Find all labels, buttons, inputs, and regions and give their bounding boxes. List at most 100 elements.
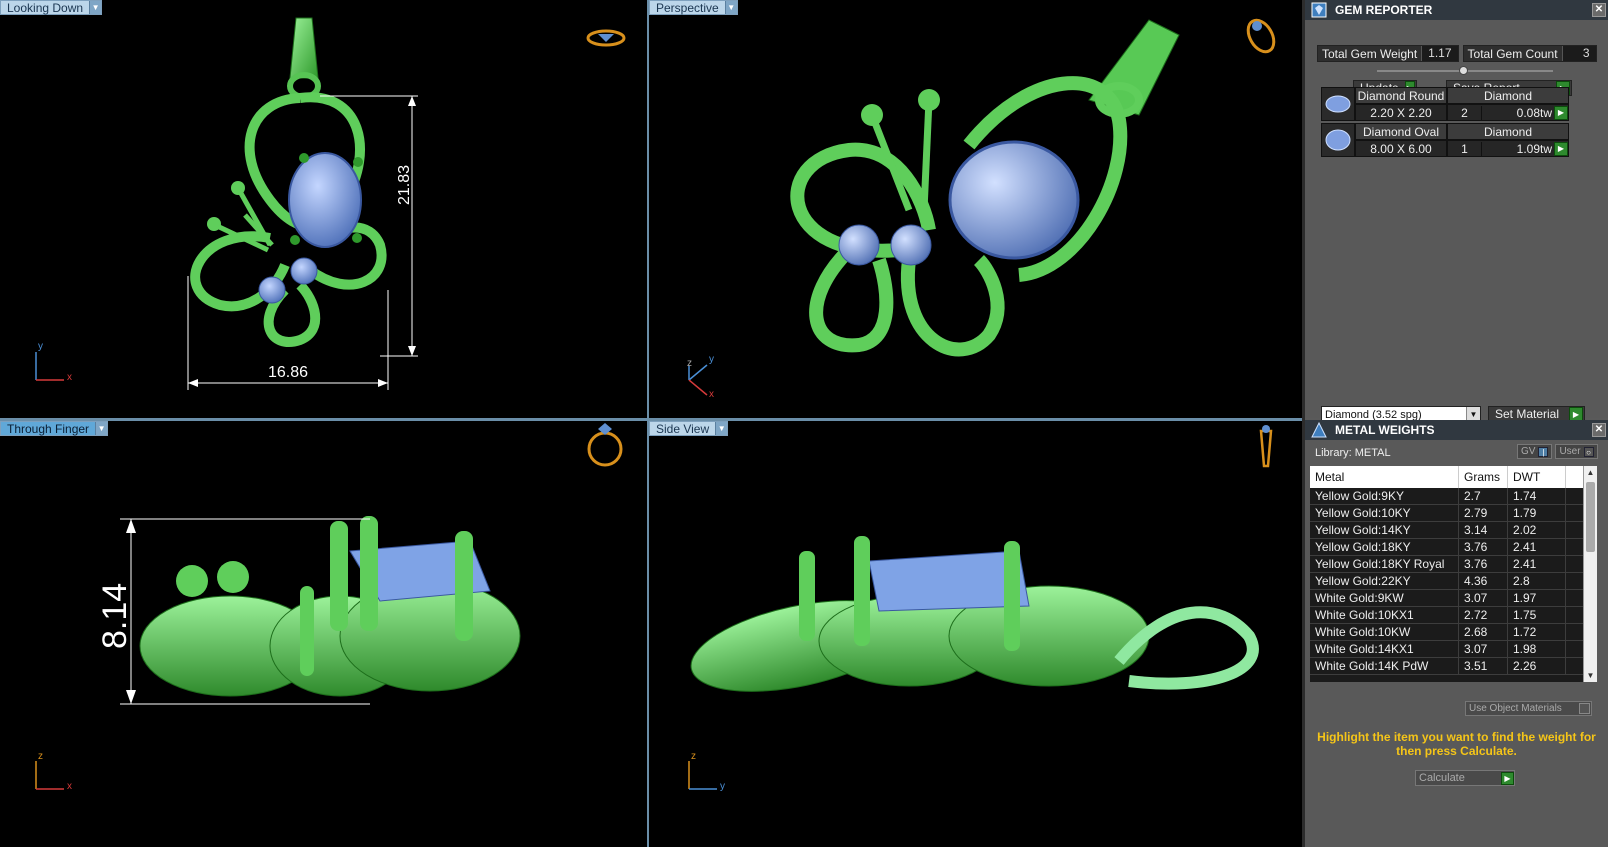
gem-reporter-body: Total Gem Weight 1.17 Total Gem Count 3 … — [1305, 20, 1608, 423]
viewport-vertical-divider[interactable] — [647, 0, 649, 847]
use-object-materials-label: Use Object Materials — [1469, 703, 1562, 714]
metal-table-header: Metal Grams DWT — [1310, 466, 1597, 488]
viewport-perspective[interactable]: y z x Perspective ▼ — [649, 0, 1302, 418]
close-icon[interactable]: ✕ — [1592, 423, 1606, 437]
table-row[interactable]: Yellow Gold:18KY Royal 3.76 2.41 — [1310, 556, 1597, 573]
viewport-menu-arrow-icon[interactable]: ▼ — [89, 1, 102, 14]
close-icon[interactable]: ✕ — [1592, 3, 1606, 17]
viewport-title: Through Finger — [7, 421, 90, 436]
metal-dwt: 1.75 — [1508, 607, 1566, 623]
gem-size: 2.20 X 2.20 — [1355, 104, 1447, 121]
viewport-menu-arrow-icon[interactable]: ▼ — [724, 1, 737, 14]
metal-name: White Gold:10KX1 — [1310, 607, 1459, 623]
metal-dwt: 2.26 — [1508, 658, 1566, 674]
total-gem-weight-value: 1.17 — [1421, 46, 1458, 61]
metal-dwt: 1.98 — [1508, 641, 1566, 657]
user-toggle-label: User — [1559, 446, 1581, 457]
viewport-looking-down[interactable]: 21.83 16.86 y x Looking Down ▼ — [0, 0, 647, 418]
total-gem-count: Total Gem Count 3 — [1462, 45, 1597, 62]
viewport-label-looking-down[interactable]: Looking Down ▼ — [0, 0, 103, 15]
calculate-button-label: Calculate — [1419, 772, 1465, 784]
library-toggles: GV | User ○ — [1517, 444, 1598, 459]
metal-grams: 2.68 — [1459, 624, 1508, 640]
table-row[interactable]: White Gold:10KW 2.68 1.72 — [1310, 624, 1597, 641]
metal-weights-header: METAL WEIGHTS ✕ — [1305, 420, 1608, 440]
table-row[interactable]: Yellow Gold:10KY 2.79 1.79 — [1310, 505, 1597, 522]
metal-dwt: 2.02 — [1508, 522, 1566, 538]
table-row[interactable]: White Gold:9KW 3.07 1.97 — [1310, 590, 1597, 607]
play-arrow-icon[interactable]: ▶ — [1554, 105, 1568, 120]
play-arrow-icon[interactable]: ▶ — [1554, 141, 1568, 156]
table-row[interactable]: Yellow Gold:14KY 3.14 2.02 — [1310, 522, 1597, 539]
gem-totals: Total Gem Weight 1.17 Total Gem Count 3 — [1317, 45, 1597, 62]
metal-grams: 3.14 — [1459, 522, 1508, 538]
table-row[interactable]: Yellow Gold:18KY 3.76 2.41 — [1310, 539, 1597, 556]
dimension-width-label: 16.86 — [268, 364, 309, 381]
user-toggle[interactable]: User ○ — [1555, 444, 1598, 459]
scrollbar-thumb[interactable] — [1586, 482, 1595, 552]
metal-grams: 2.72 — [1459, 607, 1508, 623]
slider-knob[interactable] — [1459, 66, 1468, 75]
metal-grams: 3.51 — [1459, 658, 1508, 674]
calculate-button[interactable]: Calculate ▶ — [1415, 770, 1515, 786]
viewport-label-perspective[interactable]: Perspective ▼ — [649, 0, 738, 15]
gem-weight: 1.09tw — [1516, 141, 1552, 156]
gem-qty: 2 — [1448, 105, 1482, 120]
dimension-height-label: 21.83 — [396, 164, 413, 205]
metal-grams: 2.79 — [1459, 505, 1508, 521]
column-header-dwt[interactable]: DWT — [1508, 466, 1566, 488]
table-row[interactable]: Yellow Gold:22KY 4.36 2.8 — [1310, 573, 1597, 590]
viewport-horizontal-divider[interactable] — [0, 418, 1302, 421]
viewport-side-view[interactable]: z y Side View ▼ — [649, 421, 1302, 847]
total-gem-weight-label: Total Gem Weight — [1322, 46, 1418, 61]
viewport-title: Side View — [656, 421, 710, 436]
metal-table: Metal Grams DWT Yellow Gold:9KY 2.7 1.74 Y… — [1310, 466, 1597, 682]
metal-dwt: 1.97 — [1508, 590, 1566, 606]
metal-grams: 3.07 — [1459, 641, 1508, 657]
metal-name: White Gold:14KX1 — [1310, 641, 1459, 657]
metal-grams: 3.76 — [1459, 556, 1508, 572]
gem-row[interactable]: Diamond Round Diamond 2.20 X 2.20 2 0.08… — [1321, 87, 1569, 121]
play-arrow-icon: ▶ — [1569, 407, 1583, 421]
gem-row[interactable]: Diamond Oval Diamond 8.00 X 6.00 1 1.09t… — [1321, 123, 1569, 157]
metal-name: White Gold:14K PdW — [1310, 658, 1459, 674]
pendant-top-view — [35, 17, 626, 390]
metal-table-scrollbar[interactable]: ▲ ▼ — [1583, 466, 1597, 682]
gem-qty: 1 — [1448, 141, 1482, 156]
metal-name: White Gold:9KW — [1310, 590, 1459, 606]
scroll-up-icon[interactable]: ▲ — [1584, 466, 1597, 479]
metal-name: Yellow Gold:10KY — [1310, 505, 1459, 521]
table-row[interactable]: White Gold:14KX1 3.07 1.98 — [1310, 641, 1597, 658]
metal-grams: 2.7 — [1459, 488, 1508, 504]
scroll-down-icon[interactable]: ▼ — [1584, 669, 1597, 682]
metal-dwt: 2.8 — [1508, 573, 1566, 589]
viewport-title: Looking Down — [7, 0, 84, 15]
metal-dwt: 2.41 — [1508, 539, 1566, 555]
column-header-grams[interactable]: Grams — [1459, 466, 1508, 488]
table-row[interactable]: White Gold:10KX1 2.72 1.75 — [1310, 607, 1597, 624]
table-row[interactable]: Yellow Gold:9KY 2.7 1.74 — [1310, 488, 1597, 505]
gem-qty-weight: 1 1.09tw ▶ — [1447, 140, 1569, 157]
viewport-label-through-finger[interactable]: Through Finger ▼ — [0, 421, 109, 436]
gem-material: Diamond — [1447, 123, 1569, 140]
dimension-height-label: 8.14 — [96, 582, 134, 649]
viewport-through-finger[interactable]: 8.14 z x Through Finger ▼ — [0, 421, 647, 847]
total-gem-count-label: Total Gem Count — [1467, 46, 1558, 61]
gem-qty-weight: 2 0.08tw ▶ — [1447, 104, 1569, 121]
metal-dwt: 2.41 — [1508, 556, 1566, 572]
column-header-metal[interactable]: Metal — [1310, 466, 1459, 488]
viewport-menu-arrow-icon[interactable]: ▼ — [95, 422, 108, 435]
metal-dwt: 1.72 — [1508, 624, 1566, 640]
viewport-menu-arrow-icon[interactable]: ▼ — [715, 422, 728, 435]
viewport-label-side-view[interactable]: Side View ▼ — [649, 421, 729, 436]
gem-reporter-header: GEM REPORTER ✕ — [1305, 0, 1608, 20]
metal-weights-title: METAL WEIGHTS — [1335, 423, 1435, 437]
metal-name: Yellow Gold:18KY Royal — [1310, 556, 1459, 572]
use-object-materials-toggle[interactable]: Use Object Materials — [1465, 701, 1592, 716]
gem-weight: 0.08tw — [1516, 105, 1552, 120]
gv-toggle[interactable]: GV | — [1517, 444, 1553, 459]
metal-grams: 4.36 — [1459, 573, 1508, 589]
axis-y-label: y — [720, 781, 725, 792]
gem-reporter-slider[interactable] — [1377, 66, 1553, 75]
table-row[interactable]: White Gold:14K PdW 3.51 2.26 — [1310, 658, 1597, 675]
